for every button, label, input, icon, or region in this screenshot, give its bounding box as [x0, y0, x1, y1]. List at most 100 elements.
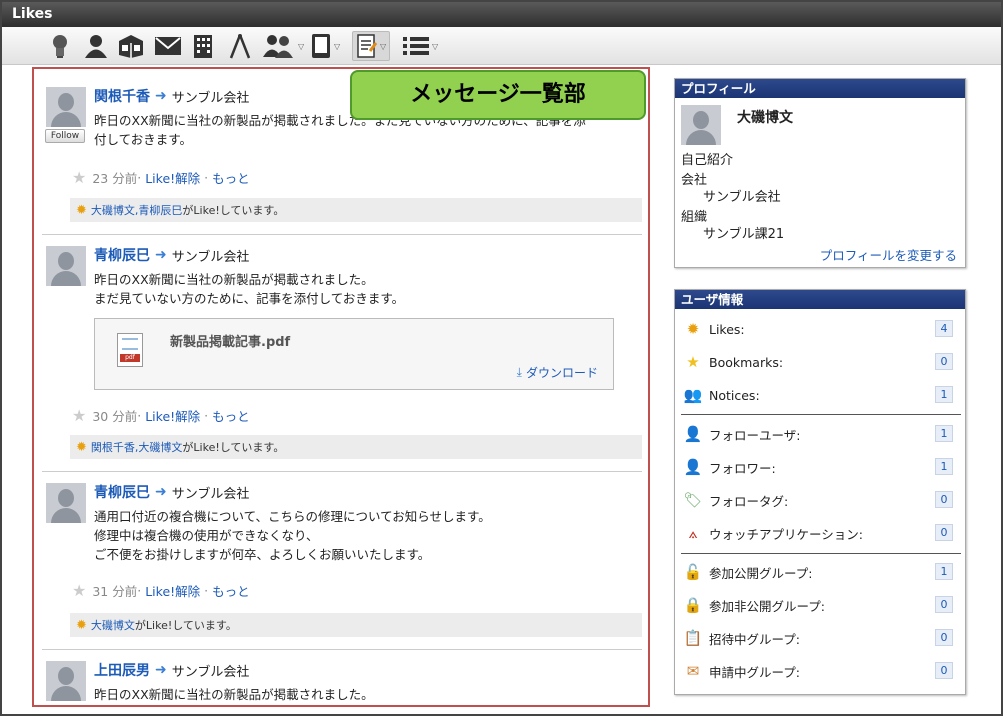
notices-count[interactable]: 1: [935, 386, 953, 403]
author-link[interactable]: 上田辰男: [94, 660, 150, 680]
follow-users-count[interactable]: 1: [935, 425, 953, 442]
arrow-right-icon: ➜: [155, 247, 167, 263]
avatar[interactable]: [46, 246, 86, 286]
public-groups-count[interactable]: 1: [935, 563, 953, 580]
author-link[interactable]: 青柳辰巳: [94, 482, 150, 502]
memo-icon[interactable]: ▽: [352, 31, 391, 61]
download-link[interactable]: ⤓ ダウンロード: [517, 364, 598, 381]
follow-button[interactable]: Follow: [45, 129, 85, 143]
private-groups-row[interactable]: 🔒 参加非公開グループ: 0: [681, 594, 957, 616]
user-icon[interactable]: [84, 31, 108, 61]
star-icon[interactable]: ★: [72, 406, 86, 425]
star-icon[interactable]: ★: [72, 581, 86, 600]
target-name[interactable]: サンブル会社: [172, 246, 250, 265]
target-name[interactable]: サンブル会社: [172, 661, 250, 680]
watch-apps-row[interactable]: ⟑ ウォッチアプリケーション: 0: [681, 522, 957, 544]
user-info-header: ユーザ情報: [675, 290, 965, 309]
bookmarks-row[interactable]: ★ Bookmarks: 0: [681, 351, 957, 373]
unlike-link[interactable]: Like!解除: [145, 581, 200, 600]
requested-groups-count[interactable]: 0: [935, 662, 953, 679]
message-list: Follow 関根千香 ➜ サンブル会社 昨日のXX新聞に当社の新製品が掲載され…: [32, 67, 650, 707]
sun-icon: ✹: [76, 439, 87, 455]
likes-row[interactable]: ✹ Likes: 4: [681, 318, 957, 340]
target-name[interactable]: サンブル会社: [172, 483, 250, 502]
avatar[interactable]: [46, 661, 86, 701]
profile-panel: プロフィール 大磯博文 自己紹介 会社 サンブル会社 組織 サンブル課21 プロ…: [674, 78, 966, 268]
tag-icon: 🏷: [683, 491, 703, 509]
compass-icon[interactable]: [228, 31, 252, 61]
notices-row[interactable]: 👥 Notices: 1: [681, 384, 957, 406]
followers-label[interactable]: フォロワー:: [709, 458, 776, 477]
post-meta: ★ 23 分前 · Like!解除 · もっと: [72, 167, 250, 187]
pdf-icon: pdf: [117, 333, 143, 367]
likers-link[interactable]: 関根千香,大磯博文: [91, 439, 183, 455]
post-meta: ★ 30 分前 · Like!解除 · もっと: [72, 405, 250, 425]
unlock-icon: 🔓: [683, 563, 703, 581]
likes-count[interactable]: 4: [935, 320, 953, 337]
invited-groups-count[interactable]: 0: [935, 629, 953, 646]
box-icon[interactable]: [117, 31, 145, 61]
private-groups-count[interactable]: 0: [935, 596, 953, 613]
avatar[interactable]: [46, 87, 86, 127]
more-link[interactable]: もっと: [212, 581, 250, 600]
more-link[interactable]: もっと: [212, 168, 250, 187]
follow-tags-count[interactable]: 0: [935, 491, 953, 508]
group-icon[interactable]: ▽: [262, 31, 304, 61]
likes-label[interactable]: Likes:: [709, 322, 745, 337]
liked-suffix: がLike!しています。: [134, 619, 237, 632]
follow-tags-label[interactable]: フォロータグ:: [709, 491, 788, 510]
list-icon[interactable]: ▽: [402, 31, 438, 61]
sun-icon: ✹: [76, 617, 87, 633]
private-groups-label[interactable]: 参加非公開グループ:: [709, 596, 825, 615]
compass-icon: ⟑: [688, 524, 698, 542]
people-icon: 👥: [683, 386, 703, 404]
more-link[interactable]: もっと: [212, 406, 250, 425]
mail-icon[interactable]: [154, 31, 182, 61]
sun-icon: ✹: [686, 320, 700, 338]
followers-row[interactable]: 👤 フォロワー: 1: [681, 456, 957, 478]
app-window: Likes ▽ ▽ ▽ ▽ Follow 関根千香 ➜ サンブル会社 昨日のXX…: [0, 0, 1003, 716]
author-link[interactable]: 青柳辰巳: [94, 245, 150, 265]
follow-users-label[interactable]: フォローユーザ:: [709, 425, 800, 444]
invited-groups-label[interactable]: 招待中グループ:: [709, 629, 800, 648]
follow-tags-row[interactable]: 🏷 フォロータグ: 0: [681, 489, 957, 511]
likers-link[interactable]: 大磯博文,青柳辰巳: [91, 202, 183, 218]
avatar[interactable]: [46, 483, 86, 523]
bookmarks-label[interactable]: Bookmarks:: [709, 355, 783, 370]
building-icon[interactable]: [192, 31, 214, 61]
notices-label[interactable]: Notices:: [709, 388, 760, 403]
unlike-link[interactable]: Like!解除: [145, 406, 200, 425]
profile-avatar[interactable]: [681, 105, 721, 145]
likers-link[interactable]: 大磯博文: [91, 617, 135, 633]
watch-apps-label[interactable]: ウォッチアプリケーション:: [709, 524, 863, 543]
public-groups-row[interactable]: 🔓 参加公開グループ: 1: [681, 561, 957, 583]
bulb-icon[interactable]: [50, 31, 70, 61]
star-icon[interactable]: ★: [72, 168, 86, 187]
arrow-right-icon: ➜: [155, 88, 167, 104]
bookmarks-count[interactable]: 0: [935, 353, 953, 370]
profile-name: 大磯博文: [737, 110, 793, 126]
star-icon: ★: [686, 353, 700, 371]
follow-users-row[interactable]: 👤 フォローユーザ: 1: [681, 423, 957, 445]
requested-groups-label[interactable]: 申請中グループ:: [709, 662, 800, 681]
user-info-panel: ユーザ情報 ✹ Likes: 4 ★ Bookmarks: 0 👥 Notice…: [674, 289, 966, 695]
company-value: サンブル会社: [703, 190, 781, 205]
author-link[interactable]: 関根千香: [94, 86, 150, 106]
attachment-box: pdf 新製品掲載記事.pdf ⤓ ダウンロード: [94, 318, 614, 390]
followers-count[interactable]: 1: [935, 458, 953, 475]
requested-groups-row[interactable]: ✉ 申請中グループ: 0: [681, 660, 957, 682]
public-groups-label[interactable]: 参加公開グループ:: [709, 563, 812, 582]
tablet-icon[interactable]: ▽: [310, 31, 340, 61]
envelope-icon: ✉: [686, 662, 700, 680]
sun-icon: ✹: [76, 202, 87, 218]
watch-apps-count[interactable]: 0: [935, 524, 953, 541]
message-list-callout: メッセージ一覧部: [350, 70, 646, 120]
target-name[interactable]: サンブル会社: [172, 87, 250, 106]
download-label[interactable]: ダウンロード: [526, 364, 598, 381]
post-text: 昨日のXX新聞に当社の新製品が掲載されました。: [94, 687, 374, 702]
invited-groups-row[interactable]: 📋 招待中グループ: 0: [681, 627, 957, 649]
unlike-link[interactable]: Like!解除: [145, 168, 200, 187]
attachment-filename[interactable]: 新製品掲載記事.pdf: [170, 331, 290, 350]
edit-profile-link[interactable]: プロフィールを変更する: [820, 245, 957, 264]
arrow-right-icon: ➜: [155, 484, 167, 500]
